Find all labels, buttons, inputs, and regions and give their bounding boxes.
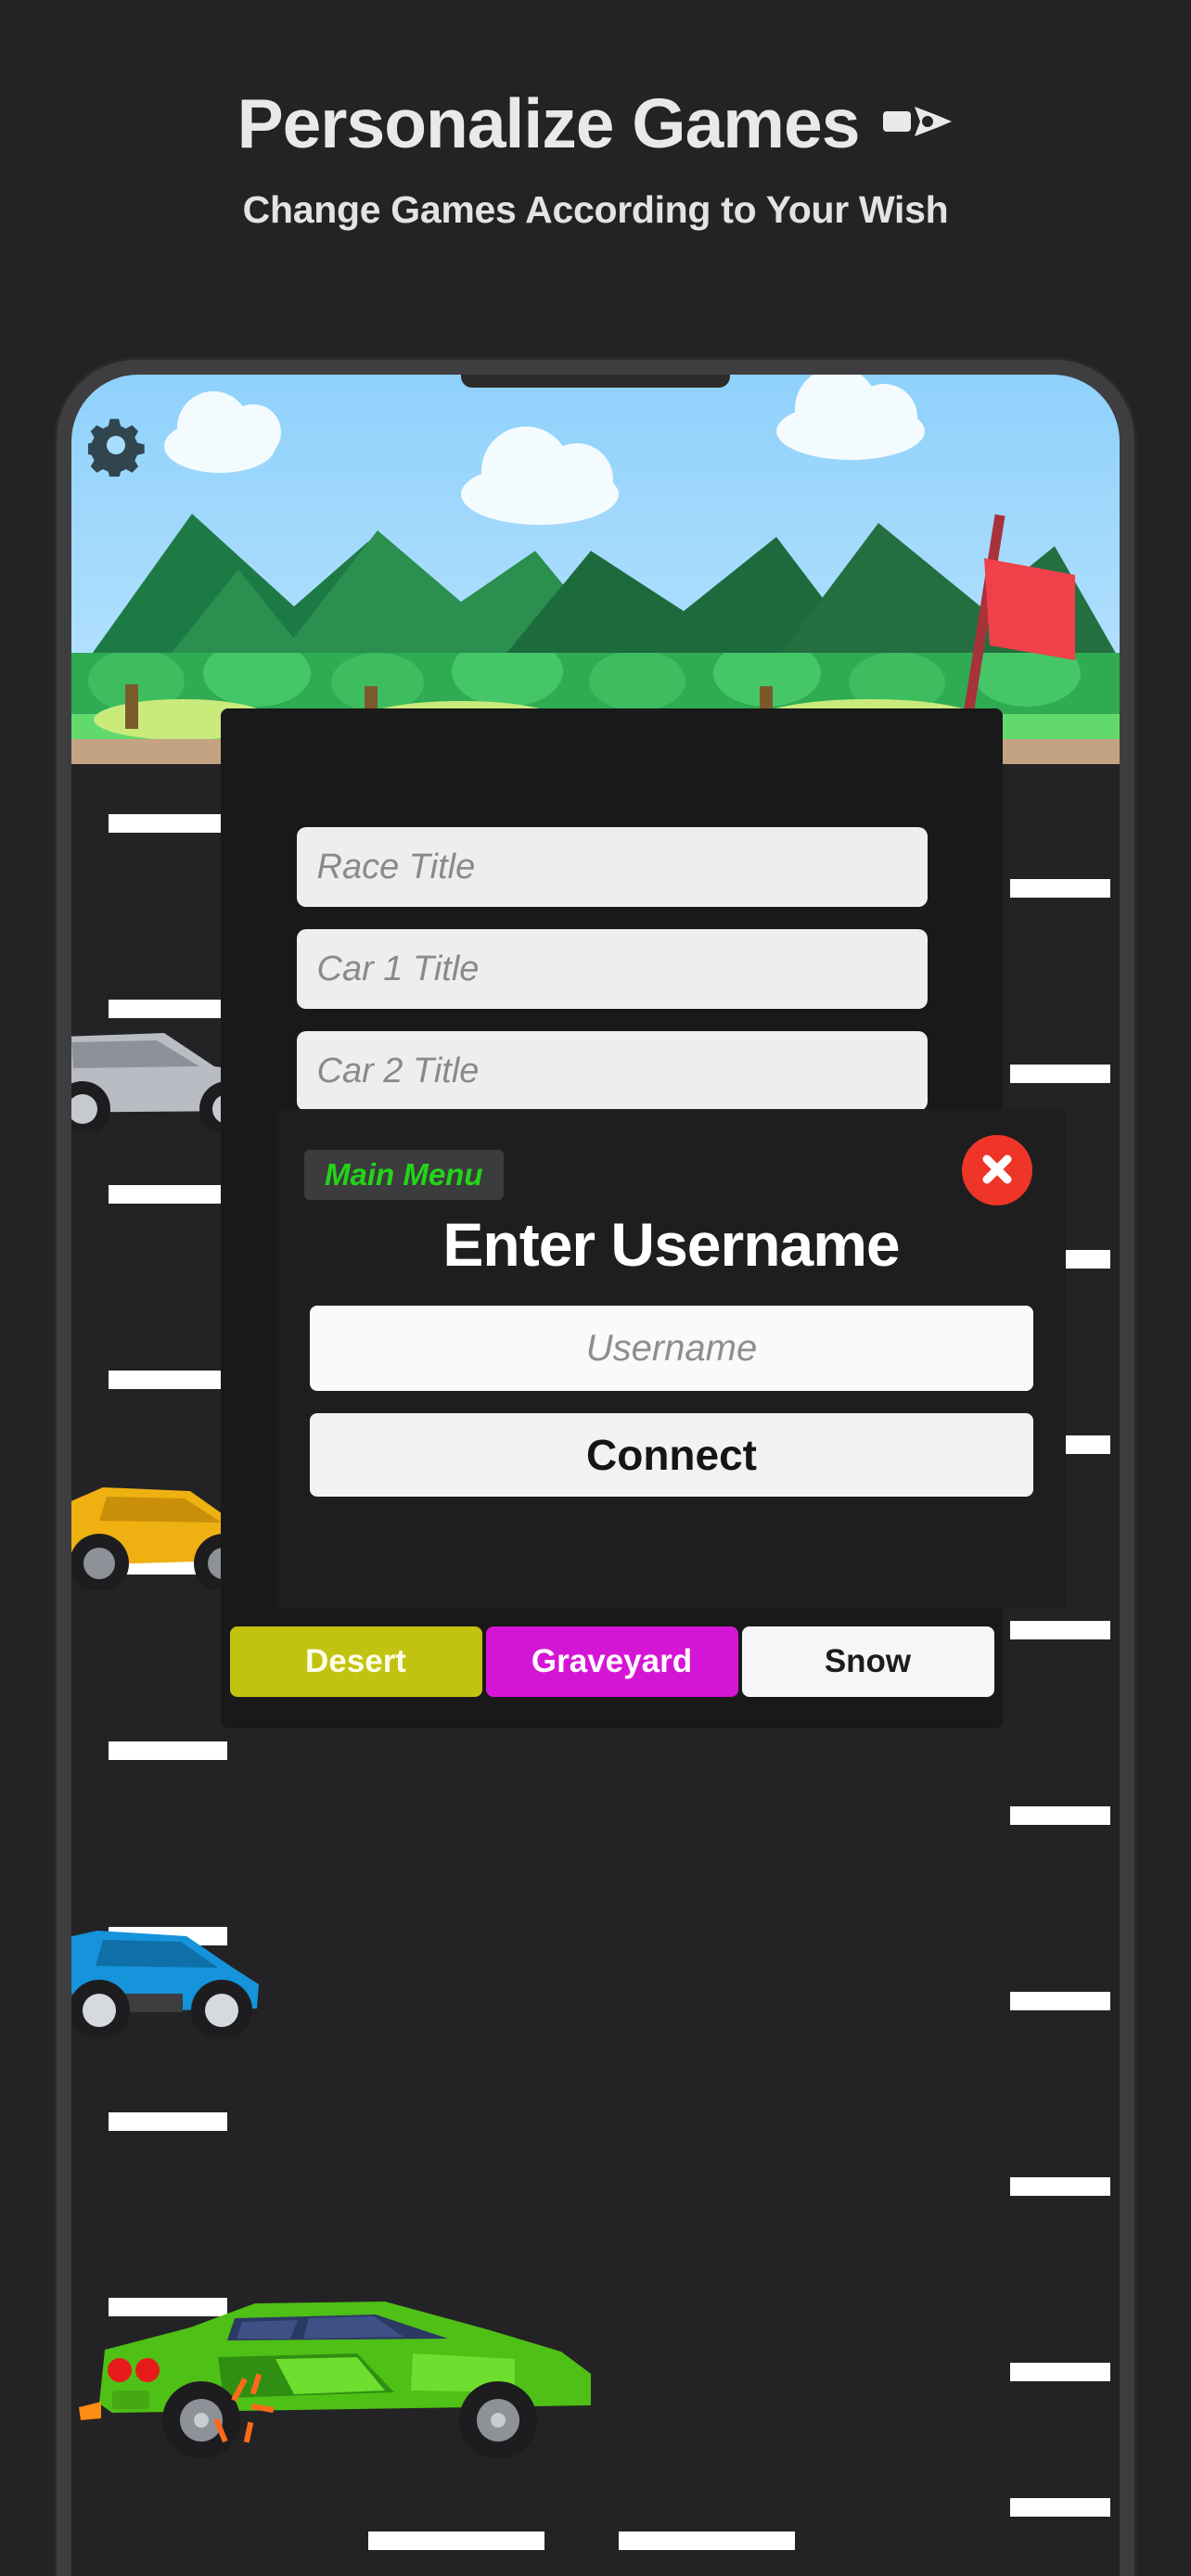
lane-marking — [1010, 1621, 1110, 1639]
lane-marking — [109, 2112, 227, 2131]
background-option-desert[interactable]: Desert — [229, 1626, 482, 1697]
promo-title-row: Personalize Games — [0, 0, 1191, 159]
page-title: Personalize Games — [237, 84, 861, 162]
promo-header: Personalize Games Change Games According… — [0, 0, 1191, 343]
lane-marking — [1010, 879, 1110, 898]
lane-marking — [1010, 2363, 1110, 2381]
lane-marking — [109, 1185, 227, 1204]
main-menu-button[interactable]: Main Menu — [304, 1150, 504, 1200]
lane-marking — [619, 2531, 795, 2550]
lane-marking — [109, 1741, 227, 1760]
blue-car — [71, 1906, 264, 2041]
dialog-title: Enter Username — [442, 1210, 900, 1279]
phone-mockup-frame: Apply Background Mountain Desert Graveya… — [57, 360, 1134, 2576]
lane-marking — [1010, 1806, 1110, 1825]
background-option-graveyard[interactable]: Graveyard — [485, 1626, 738, 1697]
car-1-title-input[interactable] — [296, 929, 928, 1009]
promo-subtitle: Change Games According to Your Wish — [242, 188, 949, 231]
enter-username-dialog: Main Menu Enter Username Connect — [276, 1109, 1066, 1608]
car-2-title-input[interactable] — [296, 1031, 928, 1111]
lane-marking — [1010, 2498, 1110, 2517]
gear-icon[interactable] — [84, 417, 147, 481]
lane-marking — [1010, 2177, 1110, 2196]
connect-button[interactable]: Connect — [310, 1413, 1033, 1497]
close-dialog-button[interactable] — [962, 1135, 1032, 1205]
close-icon — [979, 1151, 1016, 1191]
lane-marking — [109, 1371, 227, 1389]
background-option-snow[interactable]: Snow — [741, 1626, 994, 1697]
phone-screen: Apply Background Mountain Desert Graveya… — [71, 375, 1120, 2576]
race-title-input[interactable] — [296, 827, 928, 907]
pen-nib-icon — [883, 103, 954, 145]
promo-screenshot-page: Personalize Games Change Games According… — [0, 0, 1191, 2576]
background-row-bottom: Desert Graveyard Snow — [221, 1626, 1003, 1697]
lane-marking — [1010, 1992, 1110, 2010]
phone-notch — [461, 375, 730, 388]
lane-marking — [368, 2531, 544, 2550]
lane-marking — [1010, 1065, 1110, 1083]
username-input[interactable] — [310, 1306, 1033, 1391]
green-car — [79, 2281, 598, 2462]
lane-marking — [109, 814, 227, 833]
